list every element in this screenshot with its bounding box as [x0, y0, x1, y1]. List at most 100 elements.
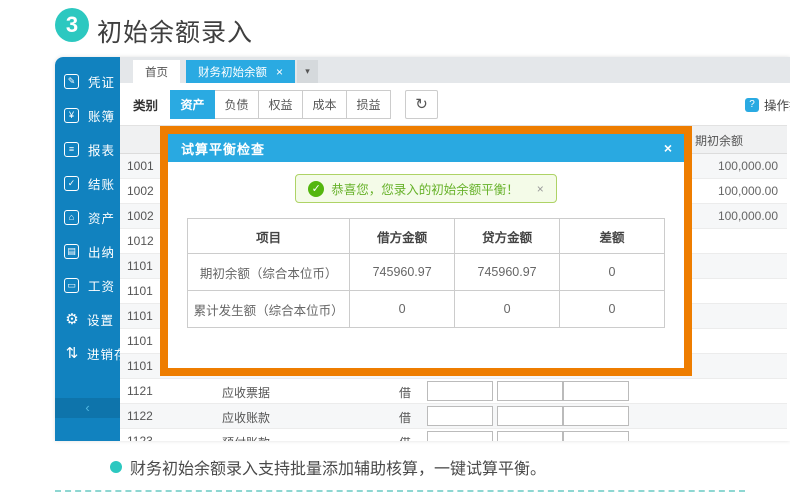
inventory-icon: ⇅	[64, 345, 80, 361]
sidebar-item-label: 报表	[88, 140, 115, 159]
value-cell: 745960.97	[455, 254, 560, 291]
direction-cell: 借	[390, 384, 420, 401]
table-header-row: 项目借方金额贷方金额差额	[188, 219, 665, 254]
column-header: 差额	[560, 219, 665, 254]
sidebar: ✎ 凭证 ¥账簿≡报表 ✓ 结账 ⌂ 资产 ▤出纳 ▭ 工资 ⚙设置⇅进销存 ‹	[55, 57, 120, 441]
sidebar-item-label: 结账	[88, 174, 115, 193]
value-cell: 0	[455, 291, 560, 328]
amount-input[interactable]	[563, 431, 629, 441]
success-message: 恭喜您，您录入的初始余额平衡！	[331, 179, 519, 198]
category-button-负债[interactable]: 负债	[215, 90, 259, 119]
item-cell: 累计发生额（综合本位币）	[188, 291, 350, 328]
trial-balance-table: 项目借方金额贷方金额差额期初余额（综合本位币）745960.97745960.9…	[187, 218, 665, 328]
value-cell: 745960.97	[350, 254, 455, 291]
direction-cell: 借	[390, 409, 420, 426]
table-row: 累计发生额（综合本位币）000	[188, 291, 665, 328]
amount-input[interactable]	[427, 431, 493, 441]
guide-label: 操作指引	[764, 95, 790, 114]
success-check-icon: ✓	[308, 181, 324, 197]
account-code-cell: 1101	[127, 259, 153, 273]
category-label: 类别	[133, 95, 158, 114]
sidebar-item-label: 工资	[88, 276, 115, 295]
account-name-cell: 应收票据	[222, 384, 270, 401]
page: 3 初始余额录入 ✎ 凭证 ¥账簿≡报表 ✓ 结账 ⌂ 资产 ▤出纳 ▭ 工资 ⚙设置⇅进销存 ‹ 首…	[0, 0, 790, 500]
category-button-损益[interactable]: 损益	[347, 90, 391, 119]
table-row: 1121 应收票据 借	[120, 379, 787, 404]
tab-home[interactable]: 首页	[133, 60, 180, 83]
asset-icon: ⌂	[64, 210, 79, 225]
table-row: 1122 应收账款 借	[120, 404, 787, 429]
trial-balance-modal: 试算平衡检查 × ✓ 恭喜您，您录入的初始余额平衡！ × 项目借方金额贷方金额差…	[160, 126, 692, 376]
table-row: 1123预付账款借	[120, 429, 787, 441]
value-cell: 0	[560, 254, 665, 291]
amount-input[interactable]	[563, 381, 629, 401]
step-number-badge: 3	[55, 8, 89, 42]
sidebar-item-凭证[interactable]: ✎ 凭证	[55, 64, 120, 98]
column-header: 项目	[188, 219, 350, 254]
modal-title-bar: 试算平衡检查 ×	[168, 134, 684, 162]
caption-text: 财务初始余额录入支持批量添加辅助核算，一键试算平衡。	[130, 455, 546, 479]
account-code-cell: 1012	[127, 234, 154, 248]
sidebar-item-账簿[interactable]: ¥账簿	[55, 98, 120, 132]
amount-input[interactable]	[563, 406, 629, 426]
account-code-cell: 1002	[127, 184, 154, 198]
alert-close-icon[interactable]: ×	[537, 182, 544, 196]
column-header: 借方金额	[350, 219, 455, 254]
account-code-cell: 1101	[127, 359, 153, 373]
account-code-cell: 1122	[127, 409, 153, 423]
table-row: 期初余额（综合本位币）745960.97745960.970	[188, 254, 665, 291]
account-code-cell: 1001	[127, 159, 154, 173]
sidebar-item-资产[interactable]: ⌂ 资产	[55, 200, 120, 234]
sidebar-item-进销存[interactable]: ⇅进销存	[55, 336, 120, 370]
help-icon: ?	[745, 98, 759, 112]
toolbar: 类别 资产负债权益成本损益 ↻ ? 操作指引	[120, 83, 790, 125]
tab-list-dropdown[interactable]: ▾	[297, 60, 318, 83]
sidebar-collapse-button[interactable]: ‹	[55, 398, 120, 418]
account-code-cell: 1101	[127, 334, 153, 348]
sidebar-item-结账[interactable]: ✓ 结账	[55, 166, 120, 200]
modal-title: 试算平衡检查	[181, 139, 265, 158]
sidebar-item-设置[interactable]: ⚙设置	[55, 302, 120, 336]
sidebar-item-出纳[interactable]: ▤出纳	[55, 234, 120, 268]
tab-initial-balance[interactable]: 财务初始余额 ×	[186, 60, 295, 83]
voucher-icon: ✎	[64, 74, 79, 89]
ledger-icon: ¥	[64, 108, 79, 123]
category-button-资产[interactable]: 资产	[170, 90, 215, 119]
account-code-cell: 1101	[127, 309, 153, 323]
tab-label: 财务初始余额	[198, 64, 267, 80]
settings-icon: ⚙	[64, 311, 80, 327]
value-cell: 0	[350, 291, 455, 328]
tab-close-icon[interactable]: ×	[276, 65, 283, 79]
page-title: 初始余额录入	[97, 13, 253, 49]
amount-input[interactable]	[497, 381, 563, 401]
refresh-button[interactable]: ↻	[405, 90, 438, 119]
category-button-权益[interactable]: 权益	[259, 90, 303, 119]
account-code-cell: 1121	[127, 384, 153, 398]
closing-icon: ✓	[64, 176, 79, 191]
sidebar-item-工资[interactable]: ▭ 工资	[55, 268, 120, 302]
sidebar-item-label: 凭证	[88, 72, 115, 91]
bullet-icon	[110, 461, 122, 473]
success-alert: ✓ 恭喜您，您录入的初始余额平衡！ ×	[295, 174, 557, 203]
alert-container: ✓ 恭喜您，您录入的初始余额平衡！ ×	[168, 174, 684, 203]
amount-input[interactable]	[427, 381, 493, 401]
sidebar-item-label: 资产	[88, 208, 115, 227]
modal-close-icon[interactable]: ×	[664, 140, 672, 156]
direction-cell: 借	[390, 434, 420, 441]
amount-input[interactable]	[427, 406, 493, 426]
category-button-成本[interactable]: 成本	[303, 90, 347, 119]
operation-guide-link[interactable]: ? 操作指引	[745, 95, 790, 114]
cashier-icon: ▤	[64, 244, 79, 259]
sidebar-item-报表[interactable]: ≡报表	[55, 132, 120, 166]
item-cell: 期初余额（综合本位币）	[188, 254, 350, 291]
value-cell: 0	[560, 291, 665, 328]
opening-balance-column-header: 期初余额	[695, 132, 743, 149]
account-code-cell: 1123	[127, 434, 153, 441]
column-header: 贷方金额	[455, 219, 560, 254]
category-button-group: 资产负债权益成本损益	[170, 90, 391, 119]
amount-input[interactable]	[497, 431, 563, 441]
salary-icon: ▭	[64, 278, 79, 293]
amount-input[interactable]	[497, 406, 563, 426]
account-name-cell: 应收账款	[222, 409, 270, 426]
divider-line	[55, 490, 745, 492]
